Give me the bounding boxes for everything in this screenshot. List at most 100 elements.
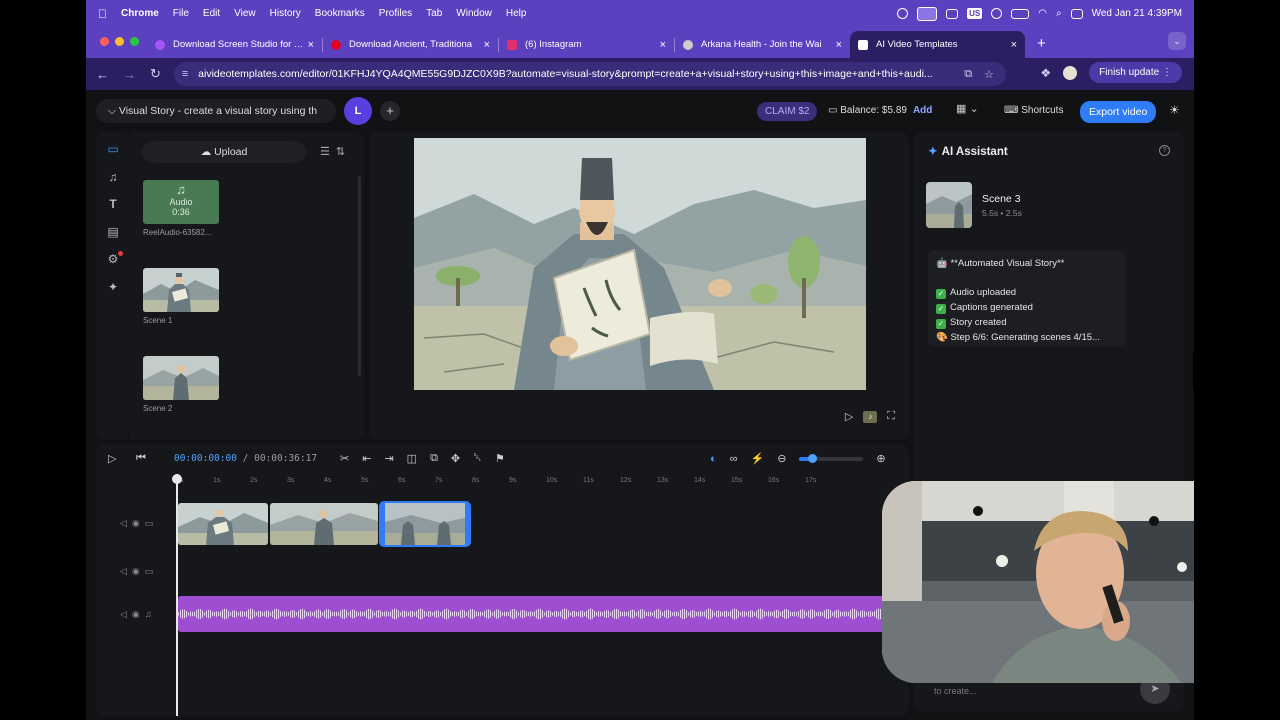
captions-icon[interactable]: ▤: [105, 224, 121, 240]
sparkle-effects-icon[interactable]: ✦: [105, 279, 121, 295]
menu-edit[interactable]: Edit: [203, 8, 220, 19]
menu-view[interactable]: View: [234, 8, 256, 19]
lightning-icon[interactable]: ⚡: [751, 452, 765, 465]
scene-3-clip-selected[interactable]: [379, 501, 471, 547]
scene-2-clip[interactable]: [270, 503, 378, 545]
mute-speaker-icon[interactable]: ◁: [120, 566, 132, 576]
address-bar[interactable]: ≡ aivideotemplates.com/editor/01KFHJ4YQA…: [174, 62, 1006, 86]
add-balance-link[interactable]: Add: [913, 105, 932, 116]
menubar-datetime[interactable]: Wed Jan 21 4:39PM: [1092, 8, 1182, 19]
mute-speaker-icon[interactable]: ◁: [120, 518, 132, 528]
music-icon[interactable]: ♫: [105, 169, 121, 185]
export-video-button[interactable]: Export video: [1080, 101, 1157, 123]
video-canvas[interactable]: [414, 138, 866, 390]
play-icon[interactable]: ▷: [845, 410, 853, 423]
freeze-frame-icon[interactable]: ◫: [407, 452, 417, 465]
sort-icon[interactable]: ⇅: [336, 146, 351, 158]
project-title-dropdown[interactable]: ⌵ Visual Story - create a visual story u…: [96, 99, 336, 123]
user-avatar[interactable]: L: [344, 97, 372, 125]
video-track-icon[interactable]: ▭: [145, 566, 159, 576]
skip-to-start-icon[interactable]: ⏮: [136, 452, 146, 465]
help-icon[interactable]: ?: [1159, 145, 1170, 156]
minimize-window-button[interactable]: [115, 37, 124, 46]
scene-2-thumbnail[interactable]: [143, 356, 219, 400]
wifi-icon[interactable]: ◠: [1038, 8, 1047, 19]
music-note-icon[interactable]: ♫: [145, 609, 157, 619]
finish-update-button[interactable]: Finish update ⋮: [1089, 62, 1182, 83]
zoom-slider[interactable]: [799, 453, 864, 463]
zoom-in-icon[interactable]: ⊕: [876, 452, 885, 465]
new-tab-button[interactable]: +: [1037, 35, 1046, 52]
close-tab-icon[interactable]: ×: [308, 39, 314, 51]
url-text[interactable]: aivideotemplates.com/editor/01KFHJ4YQA4Q…: [198, 68, 933, 80]
menu-window[interactable]: Window: [456, 8, 492, 19]
trim-end-icon[interactable]: ⇥: [384, 452, 393, 465]
duplicate-icon[interactable]: ⧉: [430, 452, 438, 465]
close-tab-icon[interactable]: ×: [1011, 39, 1017, 51]
close-tab-icon[interactable]: ×: [836, 39, 842, 51]
media-scrollbar[interactable]: [358, 176, 361, 376]
video-icon[interactable]: ▭: [105, 141, 121, 157]
zoom-window-button[interactable]: [130, 37, 139, 46]
time-ruler[interactable]: 0s1s2s3s4s5s6s7s8s9s10s11s12s13s14s15s16…: [176, 474, 909, 488]
audio-media-tile[interactable]: ♫ Audio 0:36: [143, 180, 219, 224]
spotlight-search-icon[interactable]: ⌕: [1056, 8, 1062, 19]
tab-search-chevron-icon[interactable]: ⌄: [1168, 32, 1186, 50]
playhead[interactable]: [176, 474, 178, 716]
shortcuts-button[interactable]: ⌨ Shortcuts: [1004, 105, 1063, 116]
menu-history[interactable]: History: [270, 8, 301, 19]
close-window-button[interactable]: [100, 37, 109, 46]
install-app-icon[interactable]: ⧉: [964, 68, 972, 81]
text-icon[interactable]: T: [105, 196, 121, 212]
crop-icon[interactable]: ✥: [451, 452, 460, 465]
profile-avatar[interactable]: [1063, 65, 1078, 80]
shield-status-icon[interactable]: [946, 8, 959, 19]
assistant-input[interactable]: to create...: [926, 680, 1126, 702]
back-arrow-icon[interactable]: ←: [96, 67, 109, 82]
browser-tab[interactable]: Download Screen Studio for … ×: [147, 31, 322, 58]
layout-dropdown-button[interactable]: ▦ ⌄: [956, 102, 979, 115]
site-info-icon[interactable]: ≡: [182, 68, 188, 80]
control-center-icon[interactable]: [1070, 8, 1083, 19]
zoom-out-icon[interactable]: ⊖: [777, 452, 786, 465]
browser-tab-active[interactable]: AI Video Templates ×: [850, 31, 1025, 58]
scene-1-clip[interactable]: [178, 503, 268, 545]
browser-tab[interactable]: Download Ancient, Traditiona ×: [323, 31, 498, 58]
link-icon[interactable]: ∞: [730, 453, 738, 465]
input-source-badge[interactable]: US: [967, 8, 983, 19]
battery-icon[interactable]: [1011, 8, 1030, 19]
split-scissors-icon[interactable]: ✂: [340, 452, 349, 465]
browser-tab[interactable]: (6) Instagram ×: [499, 31, 674, 58]
playhead-handle[interactable]: [172, 474, 182, 484]
visibility-eye-icon[interactable]: ◉: [132, 518, 145, 528]
play-icon[interactable]: ▷: [108, 452, 116, 465]
scene-3-card-thumbnail[interactable]: [926, 182, 972, 228]
list-view-icon[interactable]: ☰: [320, 146, 336, 158]
upload-button[interactable]: ☁ Upload: [142, 141, 306, 163]
screen-studio-icon[interactable]: [917, 6, 938, 21]
bookmark-star-icon[interactable]: ☆: [984, 68, 994, 81]
menu-bookmarks[interactable]: Bookmarks: [315, 8, 365, 19]
audio-clip[interactable]: [178, 596, 909, 632]
claim-credit-button[interactable]: CLAIM $2: [757, 102, 818, 121]
apple-icon[interactable]: : [98, 7, 107, 21]
bookmark-marker-icon[interactable]: ⚑: [495, 452, 505, 465]
close-tab-icon[interactable]: ×: [484, 39, 490, 51]
aspect-ratio-tiktok-icon[interactable]: ♪: [863, 410, 878, 423]
trim-start-icon[interactable]: ⇤: [362, 452, 371, 465]
visibility-eye-icon[interactable]: ◉: [132, 609, 145, 619]
menu-app-chrome[interactable]: Chrome: [121, 8, 159, 19]
delete-trash-icon[interactable]: ␡: [473, 452, 482, 465]
fullscreen-icon[interactable]: ⛶: [887, 410, 895, 423]
video-track-icon[interactable]: ▭: [145, 518, 159, 528]
menu-file[interactable]: File: [173, 8, 189, 19]
theme-toggle-sun-icon[interactable]: ☀: [1169, 103, 1180, 117]
menu-tab[interactable]: Tab: [426, 8, 442, 19]
magnet-snap-icon[interactable]: ◐: [710, 453, 717, 465]
reload-icon[interactable]: ↻: [150, 66, 161, 82]
browser-tab[interactable]: Arkana Health - Join the Wai ×: [675, 31, 850, 58]
close-tab-icon[interactable]: ×: [660, 39, 666, 51]
record-status-icon[interactable]: [897, 8, 909, 19]
forward-arrow-icon[interactable]: →: [123, 67, 136, 82]
add-collaborator-button[interactable]: +: [380, 101, 400, 121]
